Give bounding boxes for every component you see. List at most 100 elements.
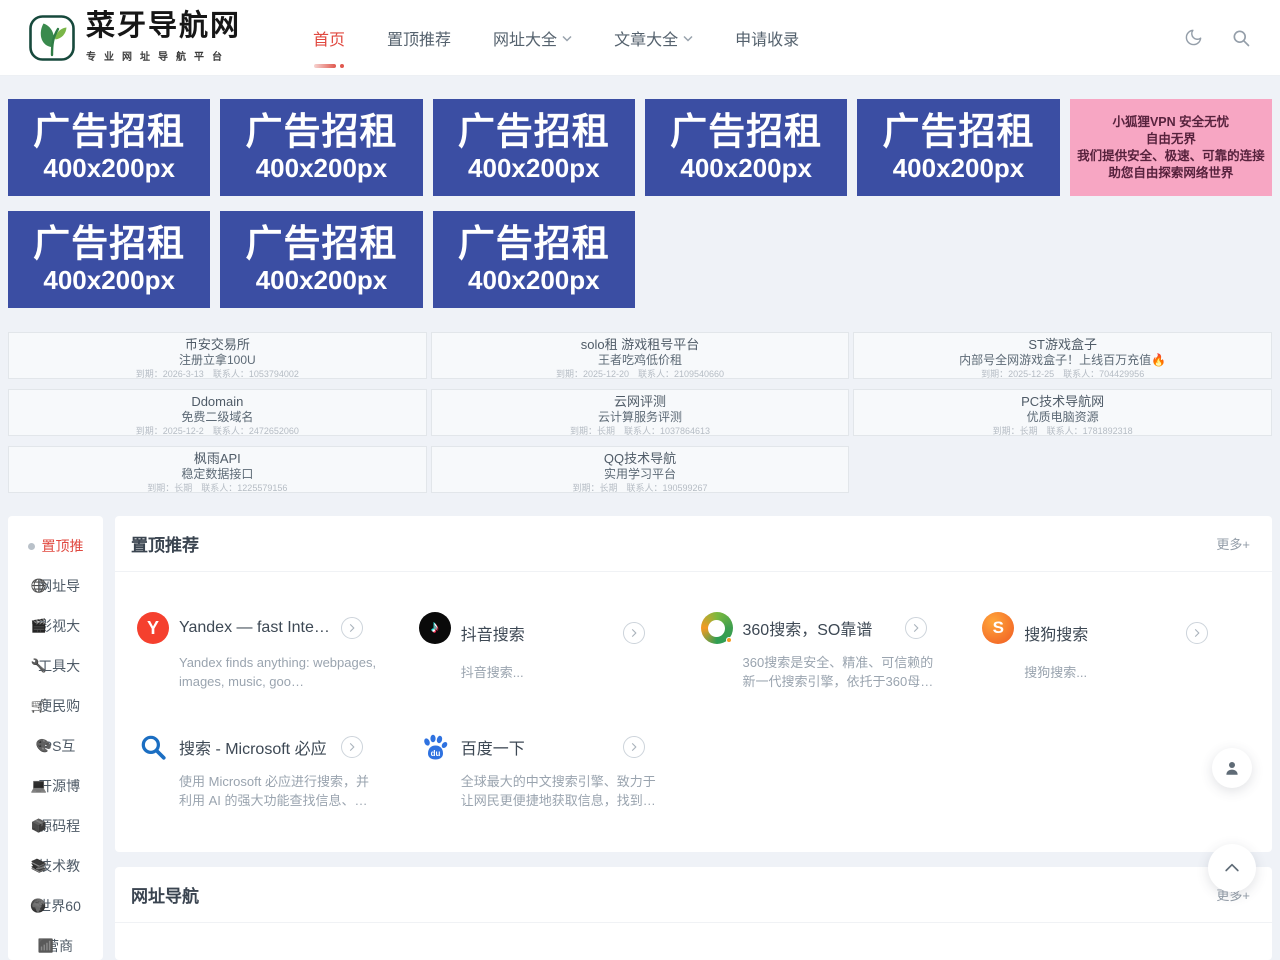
ad-banner[interactable]: 广告招租400x200px <box>220 99 422 196</box>
nav-submit[interactable]: 申请收录 <box>735 26 799 50</box>
open-link-button[interactable] <box>1186 622 1208 644</box>
pinned-panel-header: 置顶推荐 更多+ <box>115 516 1272 572</box>
douyin-icon: ♪ <box>419 612 451 644</box>
ad-banner[interactable]: 广告招租400x200px <box>433 211 635 308</box>
site-card-title: Yandex — fast Inte… <box>179 619 337 637</box>
section-title: 置顶推荐 <box>131 531 199 556</box>
ad-title: 广告招租 <box>670 111 822 154</box>
ad-size: 400x200px <box>43 154 175 184</box>
text-ad-grid: 币安交易所注册立拿100U到期：2026-3-13 联系人：1053794002… <box>8 332 1272 493</box>
nav-sites-panel-header: 网址导航 更多+ <box>115 867 1272 923</box>
wrench-icon: 🔧 <box>31 658 47 674</box>
ad-banner[interactable]: 广告招租400x200px <box>857 99 1059 196</box>
logo-text: 菜牙导航网 专业网址导航平台 <box>86 12 241 63</box>
ad-banner[interactable]: 广告招租400x200px <box>220 211 422 308</box>
leaf-logo-icon <box>28 14 76 62</box>
back-to-top-button[interactable] <box>1208 844 1256 892</box>
site-card-360[interactable]: 360搜索，SO靠谱 360搜索是安全、精准、可信赖的新一代搜索引擎，依托于36… <box>701 612 973 691</box>
text-ad-meta: 到期：2025-12-2 联系人：2472652060 <box>9 425 426 436</box>
site-card-bing[interactable]: 搜索 - Microsoft 必应 使用 Microsoft 必应进行搜索，并利… <box>137 731 409 810</box>
text-ad-meta: 到期：2025-12-20 联系人：2109540660 <box>432 368 849 379</box>
cart-icon: 🛒 <box>31 698 47 714</box>
text-ad-subtitle: 实用学习平台 <box>432 467 849 482</box>
sidebar-item-carrier[interactable]: 📶营商 <box>8 926 103 960</box>
text-ad[interactable]: 枫雨API稳定数据接口到期：长期 联系人：1225579156 <box>8 446 427 493</box>
text-ad-meta: 到期：长期 联系人：1225579156 <box>9 482 426 493</box>
sidebar-item-movies[interactable]: 🎬影视大 <box>8 606 103 646</box>
open-link-button[interactable] <box>341 617 363 639</box>
sidebar-item-world60[interactable]: 🌍世界60 <box>8 886 103 926</box>
sidebar-item-tools[interactable]: 🔧工具大 <box>8 646 103 686</box>
site-card-desc: 360搜索是安全、精准、可信赖的新一代搜索引擎，依托于360母… <box>743 653 943 691</box>
signal-icon: 📶 <box>38 938 54 954</box>
sidebar-item-tutorials[interactable]: 📚技术教 <box>8 846 103 886</box>
text-ad-title: Ddomain <box>9 394 426 410</box>
site-card-baidu[interactable]: du 百度一下 全球最大的中文搜索引擎、致力于让网民更便捷地获取信息，找到… <box>419 731 691 810</box>
ad-banner[interactable]: 广告招租400x200px <box>8 99 210 196</box>
site-card-title: 百度一下 <box>461 735 619 759</box>
nav-articles[interactable]: 文章大全 <box>614 26 693 50</box>
360-search-icon <box>701 612 733 644</box>
text-ad[interactable]: ST游戏盒子内部号全网游戏盒子！上线百万充值🔥到期：2025-12-25 联系人… <box>853 332 1272 379</box>
nav-sites[interactable]: 网址大全 <box>493 26 572 50</box>
open-link-button[interactable] <box>905 617 927 639</box>
baidu-paw-icon: du <box>419 731 451 763</box>
site-title: 菜牙导航网 <box>86 12 241 41</box>
site-logo[interactable]: 菜牙导航网 专业网址导航平台 <box>28 12 241 63</box>
text-ad-meta: 到期：长期 联系人：1781892318 <box>854 425 1271 436</box>
open-link-button[interactable] <box>341 736 363 758</box>
vpn-ad-line: 小狐狸VPN 安全无忧 <box>1112 114 1229 131</box>
text-ad-subtitle: 稳定数据接口 <box>9 467 426 482</box>
site-card-yandex[interactable]: Y Yandex — fast Inte… Yandex finds anyth… <box>137 612 409 691</box>
nav-pinned[interactable]: 置顶推荐 <box>387 26 451 50</box>
more-link[interactable]: 更多+ <box>1216 534 1250 553</box>
moon-icon <box>1184 28 1203 47</box>
open-link-button[interactable] <box>623 736 645 758</box>
film-icon: 🎬 <box>31 618 47 634</box>
text-ad[interactable]: solo租 游戏租号平台王者吃鸡低价租到期：2025-12-20 联系人：210… <box>431 332 850 379</box>
ad-banner[interactable]: 广告招租400x200px <box>645 99 847 196</box>
chevron-right-icon <box>346 622 358 634</box>
chevron-down-icon <box>562 35 572 42</box>
sidebar-item-pinned[interactable]: 置顶推 <box>8 526 103 566</box>
nav-home[interactable]: 首页 <box>313 26 345 50</box>
chevron-right-icon <box>1191 627 1203 639</box>
ad-banner[interactable]: 广告招租400x200px <box>433 99 635 196</box>
open-link-button[interactable] <box>623 622 645 644</box>
ad-size: 400x200px <box>256 154 388 184</box>
nav-sites-label: 网址大全 <box>493 26 557 50</box>
site-card-sogou[interactable]: S 搜狗搜索 搜狗搜索... <box>982 612 1254 691</box>
chevron-right-icon <box>628 627 640 639</box>
ad-banner[interactable]: 广告招租400x200px <box>8 211 210 308</box>
sidebar-item-sourcecode[interactable]: 📦源码程 <box>8 806 103 846</box>
text-ad[interactable]: Ddomain免费二级域名到期：2025-12-2 联系人：2472652060 <box>8 389 427 436</box>
nav-sites-panel: 网址导航 更多+ <box>115 867 1272 960</box>
site-card-grid: Y Yandex — fast Inte… Yandex finds anyth… <box>115 572 1272 852</box>
sidebar-item-ps[interactable]: 🎨PS互 <box>8 726 103 766</box>
text-ad-title: PC技术导航网 <box>854 394 1271 410</box>
chevron-up-icon <box>1222 858 1242 878</box>
ad-size: 400x200px <box>468 266 600 296</box>
svg-text:du: du <box>430 749 440 758</box>
user-profile-button[interactable] <box>1212 748 1252 788</box>
vpn-ad-line: 我们提供安全、极速、可靠的连接 <box>1077 148 1265 165</box>
site-card-douyin[interactable]: ♪ 抖音搜索 抖音搜索... <box>419 612 691 691</box>
main-column: 置顶推荐 更多+ Y Yandex — fast Inte… Yandex fi… <box>115 516 1272 960</box>
text-ad[interactable]: QQ技术导航实用学习平台到期：长期 联系人：190599267 <box>431 446 850 493</box>
sidebar-item-sites[interactable]: 🌐网址导 <box>8 566 103 606</box>
yandex-icon: Y <box>137 612 169 644</box>
text-ad[interactable]: PC技术导航网优质电脑资源到期：长期 联系人：1781892318 <box>853 389 1272 436</box>
sidebar-item-shopping[interactable]: 🛒便民购 <box>8 686 103 726</box>
search-button[interactable] <box>1230 27 1252 49</box>
text-ad-meta: 到期：2025-12-25 联系人：704429956 <box>854 368 1271 379</box>
sidebar-item-opensource[interactable]: 💻开源博 <box>8 766 103 806</box>
ad-title: 广告招租 <box>245 223 397 266</box>
chevron-right-icon <box>910 622 922 634</box>
text-ad[interactable]: 币安交易所注册立拿100U到期：2026-3-13 联系人：1053794002 <box>8 332 427 379</box>
laptop-icon: 💻 <box>31 778 47 794</box>
vpn-ad-banner[interactable]: 小狐狸VPN 安全无忧 自由无界 我们提供安全、极速、可靠的连接 助您自由探索网… <box>1070 99 1272 196</box>
nav-articles-label: 文章大全 <box>614 26 678 50</box>
chevron-right-icon <box>346 741 358 753</box>
text-ad[interactable]: 云网评测云计算服务评测到期：长期 联系人：1037864613 <box>431 389 850 436</box>
dark-mode-toggle[interactable] <box>1182 27 1204 49</box>
